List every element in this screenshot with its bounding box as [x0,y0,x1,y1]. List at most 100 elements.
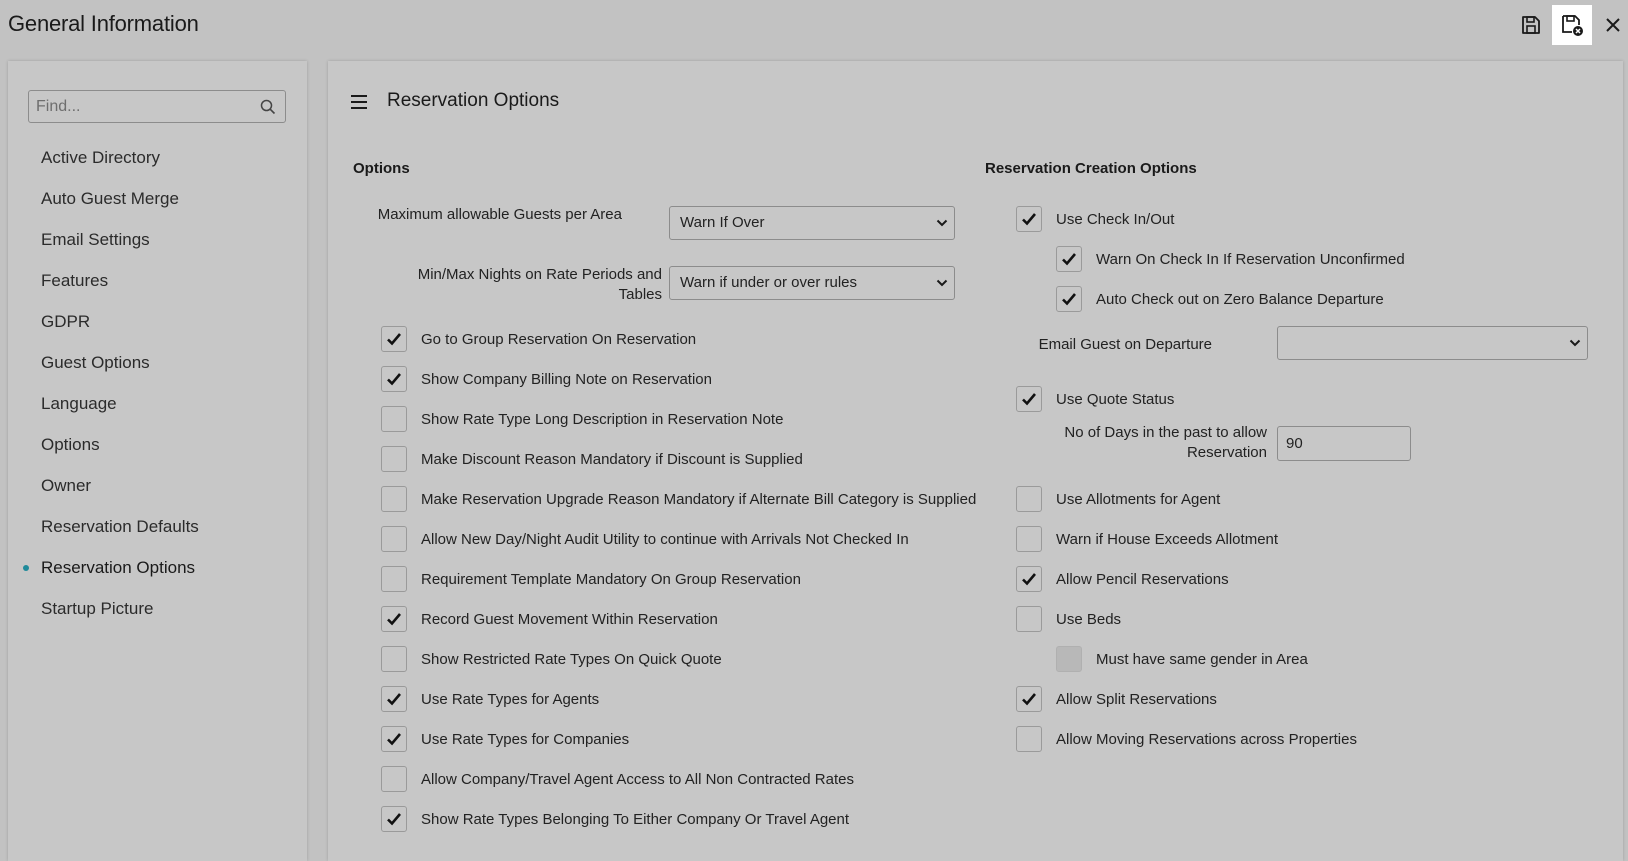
checkbox[interactable] [1016,566,1042,592]
checkmark-icon [1062,293,1076,306]
save-button[interactable] [1511,5,1551,45]
sidebar-item-email-settings[interactable]: Email Settings [8,219,307,260]
checkbox[interactable] [1016,526,1042,552]
allow-pencil-checkbox[interactable]: Allow Pencil Reservations [1016,566,1229,592]
checkbox[interactable] [381,806,407,832]
checkbox-label: Go to Group Reservation On Reservation [421,330,697,348]
option-checkbox-row[interactable]: Show Restricted Rate Types On Quick Quot… [381,646,722,672]
sidebar-item-features[interactable]: Features [8,260,307,301]
checkbox[interactable] [381,486,407,512]
use-allotments-checkbox[interactable]: Use Allotments for Agent [1016,486,1220,512]
option-checkbox-row[interactable]: Show Rate Type Long Description in Reser… [381,406,783,432]
use-check-in-out-checkbox[interactable]: Use Check In/Out [1016,206,1174,232]
checkbox[interactable] [381,366,407,392]
sidebar-item-auto-guest-merge[interactable]: Auto Guest Merge [8,178,307,219]
checkbox[interactable] [381,766,407,792]
checkbox-label: Auto Check out on Zero Balance Departure [1096,290,1384,308]
checkmark-icon [387,613,401,626]
option-checkbox-row[interactable]: Record Guest Movement Within Reservation [381,606,718,632]
checkmark-icon [387,693,401,706]
checkbox[interactable] [381,566,407,592]
hamburger-menu-icon[interactable] [351,95,367,109]
save-close-icon [1562,15,1583,36]
option-checkbox-row[interactable]: Show Company Billing Note on Reservation [381,366,712,392]
checkbox[interactable] [1016,606,1042,632]
checkbox-label: Show Restricted Rate Types On Quick Quot… [421,650,722,668]
option-checkbox-row[interactable]: Go to Group Reservation On Reservation [381,326,696,352]
checkbox[interactable] [1016,686,1042,712]
checkbox-label: Allow Split Reservations [1056,690,1217,708]
checkbox[interactable] [381,326,407,352]
min-max-nights-label: Min/Max Nights on Rate Periods and Table… [368,265,662,305]
checkmark-icon [387,813,401,826]
checkbox-label: Show Rate Types Belonging To Either Comp… [421,810,850,828]
email-guest-select[interactable] [1277,326,1588,360]
option-checkbox-row[interactable]: Show Rate Types Belonging To Either Comp… [381,806,849,832]
allow-split-checkbox[interactable]: Allow Split Reservations [1016,686,1217,712]
checkbox[interactable] [1056,286,1082,312]
checkbox-label: Use Rate Types for Agents [421,690,600,708]
close-icon [1606,18,1620,32]
checkbox[interactable] [1016,206,1042,232]
option-checkbox-row[interactable]: Use Rate Types for Companies [381,726,629,752]
search-icon[interactable] [260,99,276,115]
use-quote-status-checkbox[interactable]: Use Quote Status [1016,386,1174,412]
min-max-nights-value: Warn if under or over rules [680,274,858,291]
creation-section-title: Reservation Creation Options [985,160,1197,177]
checkbox[interactable] [381,686,407,712]
use-beds-checkbox[interactable]: Use Beds [1016,606,1121,632]
checkbox-label: Record Guest Movement Within Reservation [421,610,718,628]
allow-moving-checkbox[interactable]: Allow Moving Reservations across Propert… [1016,726,1357,752]
sidebar-item-guest-options[interactable]: Guest Options [8,342,307,383]
sidebar-item-label: GDPR [41,312,91,331]
save-and-close-button[interactable] [1552,5,1592,45]
search-box [28,90,286,123]
sidebar-item-reservation-options[interactable]: Reservation Options [8,547,307,588]
sidebar-item-active-directory[interactable]: Active Directory [8,137,307,178]
auto-check-out-checkbox[interactable]: Auto Check out on Zero Balance Departure [1056,286,1384,312]
chevron-down-icon [936,219,948,227]
warn-house-checkbox[interactable]: Warn if House Exceeds Allotment [1016,526,1278,552]
options-section-title: Options [353,160,410,177]
main-panel: Reservation Options Options Maximum allo… [328,61,1623,861]
option-checkbox-row[interactable]: Allow New Day/Night Audit Utility to con… [381,526,909,552]
option-checkbox-row[interactable]: Allow Company/Travel Agent Access to All… [381,766,854,792]
checkbox-label: Use Quote Status [1056,390,1175,408]
checkbox-label: Use Allotments for Agent [1056,490,1221,508]
checkbox[interactable] [381,526,407,552]
days-past-input[interactable]: 90 [1277,426,1411,461]
max-guests-select[interactable]: Warn If Over [669,206,955,240]
sidebar-item-gdpr[interactable]: GDPR [8,301,307,342]
checkbox[interactable] [381,446,407,472]
warn-unconfirmed-checkbox[interactable]: Warn On Check In If Reservation Unconfir… [1056,246,1405,272]
checkbox-label: Allow New Day/Night Audit Utility to con… [421,530,909,548]
checkbox[interactable] [1016,386,1042,412]
sidebar-item-options[interactable]: Options [8,424,307,465]
sidebar-item-label: Reservation Options [41,558,196,577]
checkbox[interactable] [381,606,407,632]
sidebar-item-owner[interactable]: Owner [8,465,307,506]
checkbox-label: Warn if House Exceeds Allotment [1056,530,1279,548]
option-checkbox-row[interactable]: Make Discount Reason Mandatory if Discou… [381,446,803,472]
option-checkbox-row[interactable]: Requirement Template Mandatory On Group … [381,566,801,592]
close-button[interactable] [1593,5,1628,45]
min-max-nights-label-line2: Tables [618,286,662,303]
days-past-value: 90 [1286,435,1303,452]
sidebar-item-startup-picture[interactable]: Startup Picture [8,588,307,629]
sidebar-item-language[interactable]: Language [8,383,307,424]
checkbox[interactable] [1056,246,1082,272]
checkbox[interactable] [381,406,407,432]
checkmark-icon [1062,253,1076,266]
checkbox[interactable] [381,726,407,752]
checkbox-label: Allow Pencil Reservations [1056,570,1229,588]
search-input[interactable] [29,91,249,122]
option-checkbox-row[interactable]: Use Rate Types for Agents [381,686,599,712]
checkbox[interactable] [1016,726,1042,752]
panel-title: Reservation Options [387,90,560,111]
sidebar-item-reservation-defaults[interactable]: Reservation Defaults [8,506,307,547]
checkbox[interactable] [1016,486,1042,512]
min-max-nights-select[interactable]: Warn if under or over rules [669,266,955,300]
checkbox-label: Show Company Billing Note on Reservation [421,370,712,388]
option-checkbox-row[interactable]: Make Reservation Upgrade Reason Mandator… [381,486,976,512]
checkbox[interactable] [381,646,407,672]
